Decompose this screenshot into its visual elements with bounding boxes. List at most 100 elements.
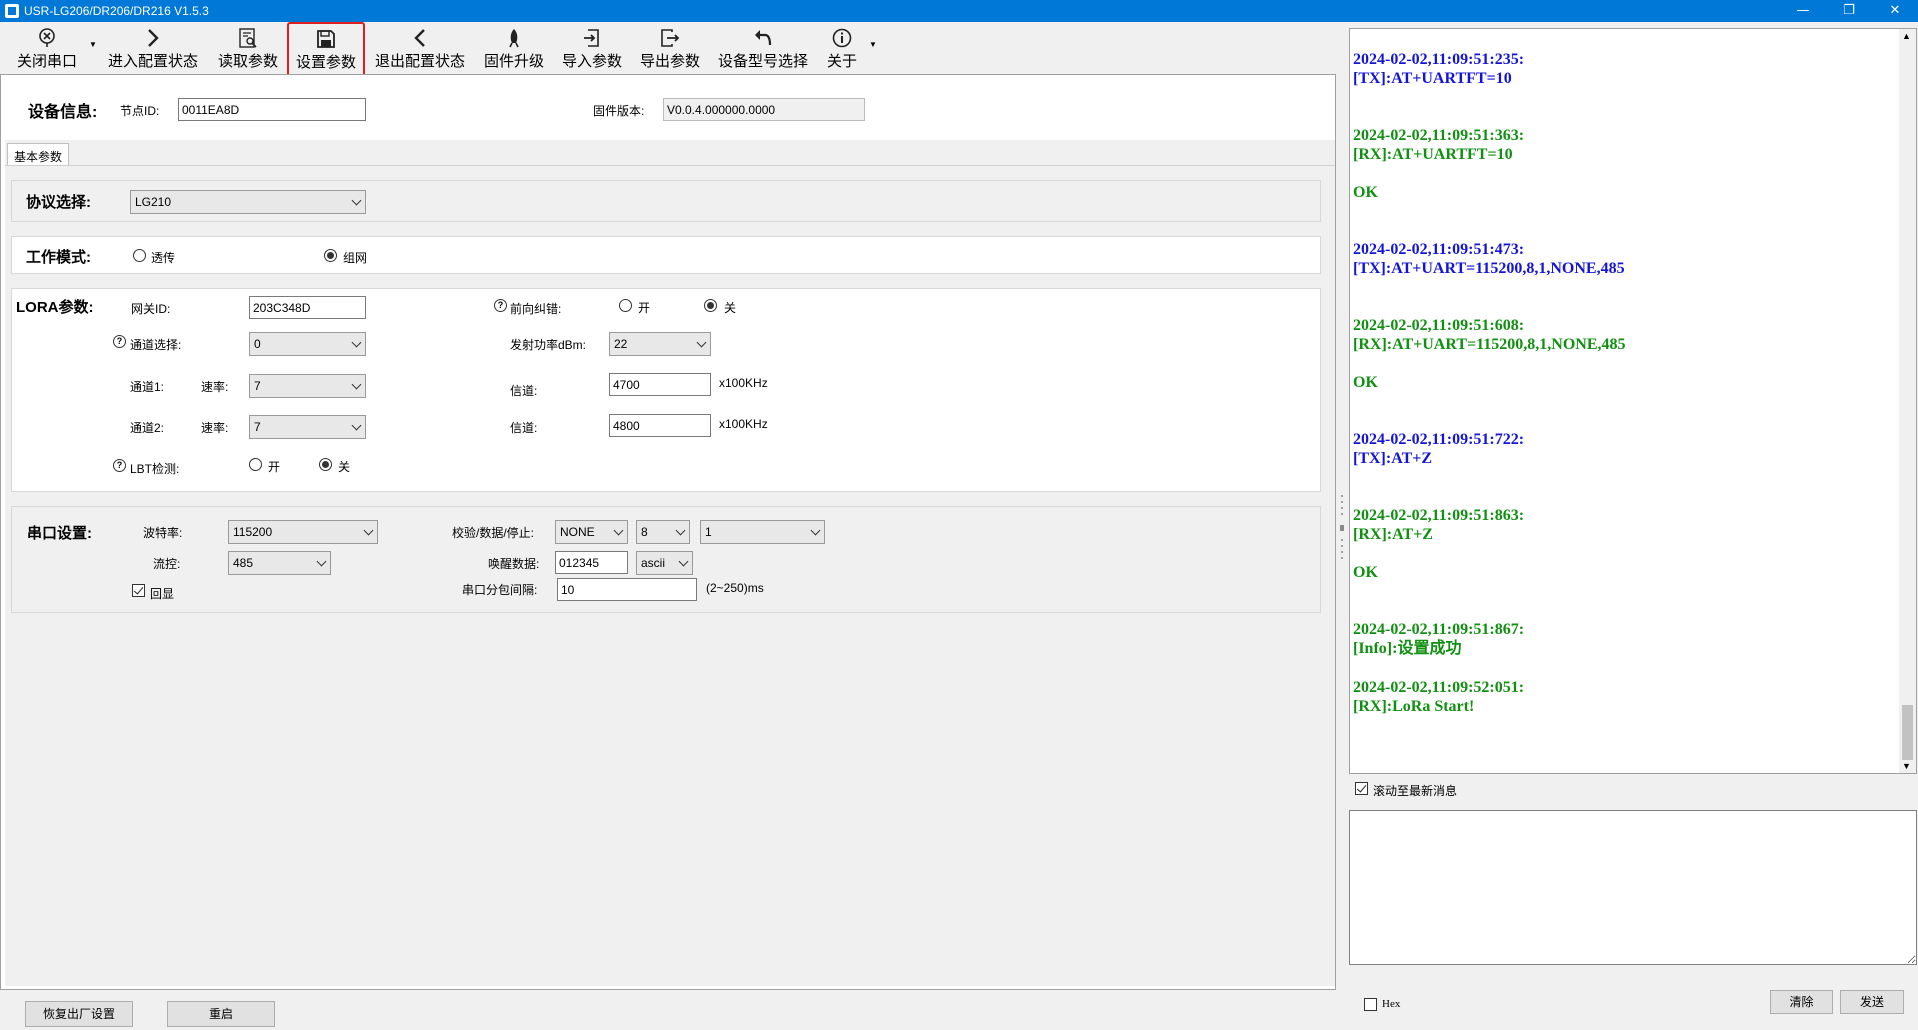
channel2-freq-field[interactable] <box>609 414 711 437</box>
echo-checkbox[interactable] <box>132 584 145 597</box>
stop-bits-select[interactable]: 1 <box>700 520 825 544</box>
channel1-freq-field[interactable] <box>609 373 711 396</box>
log-entry: 2024-02-02,11:09:51:722: [TX]:AT+Z <box>1353 431 1525 467</box>
factory-reset-button[interactable]: 恢复出厂设置 <box>25 1001 133 1027</box>
firmware-upgrade-button[interactable]: 固件升级 <box>479 24 549 72</box>
interval-label: 串口分包间隔: <box>462 583 538 597</box>
send-input[interactable] <box>1349 810 1917 965</box>
work-mode-network-radio[interactable] <box>324 249 337 262</box>
protocol-value: LG210 <box>135 195 172 209</box>
close-port-label: 关闭串口 <box>16 53 77 70</box>
autoscroll-checkbox[interactable] <box>1355 782 1368 795</box>
parity-select[interactable]: NONE <box>555 520 628 544</box>
chevron-down-icon <box>613 525 624 536</box>
channel1-label: 通道1: <box>130 380 165 394</box>
protocol-title: 协议选择: <box>26 194 91 211</box>
lbt-off-radio[interactable] <box>319 458 332 471</box>
close-port-dropdown-icon[interactable]: ▼ <box>89 40 97 49</box>
data-bits-select[interactable]: 8 <box>636 520 690 544</box>
lbt-help-icon[interactable]: ? <box>113 459 126 472</box>
about-button[interactable]: 关于 <box>822 24 862 72</box>
firmware-version-field <box>663 98 865 121</box>
read-params-button[interactable]: 读取参数 <box>213 24 283 72</box>
tx-power-select[interactable]: 22 <box>609 332 711 356</box>
wake-format-value: ascii <box>641 556 666 570</box>
channel2-rate-select[interactable]: 7 <box>249 415 366 439</box>
toolbar: 关闭串口 ▼ 进入配置状态 读取参数 设置参数 退出配置状态 固件升级 导入参数… <box>0 22 1345 78</box>
fec-off-radio[interactable] <box>704 299 717 312</box>
about-label: 关于 <box>826 53 857 70</box>
log-scrollbar[interactable]: ▲ ▼ <box>1899 29 1916 773</box>
hex-checkbox[interactable] <box>1364 998 1377 1011</box>
exit-config-label: 退出配置状态 <box>374 53 465 70</box>
interval-range: (2~250)ms <box>706 581 764 595</box>
parity-value: NONE <box>560 525 595 539</box>
work-mode-transparent-radio[interactable] <box>133 249 146 262</box>
tab-basic-params[interactable]: 基本参数 <box>7 143 70 165</box>
device-model-button[interactable]: 设备型号选择 <box>713 24 813 72</box>
about-dropdown-icon[interactable]: ▼ <box>869 40 877 49</box>
wake-data-field[interactable] <box>555 551 628 574</box>
exit-config-button[interactable]: 退出配置状态 <box>372 24 468 72</box>
node-id-field[interactable] <box>178 98 366 121</box>
channel2-rate-label: 速率: <box>201 421 229 435</box>
clear-button[interactable]: 清除 <box>1770 990 1833 1014</box>
fec-label: 前向纠错: <box>510 302 562 316</box>
send-button[interactable]: 发送 <box>1840 990 1904 1014</box>
data-bits-value: 8 <box>641 525 648 539</box>
work-mode-transparent-label: 透传 <box>151 251 176 265</box>
baud-select[interactable]: 115200 <box>228 520 378 544</box>
close-port-button[interactable]: 关闭串口 <box>10 24 84 72</box>
chevron-down-icon <box>351 337 362 348</box>
export-params-button[interactable]: 导出参数 <box>634 24 706 72</box>
close-window-button[interactable]: ✕ <box>1872 0 1918 22</box>
protocol-select[interactable]: LG210 <box>130 190 366 214</box>
log-entry: 2024-02-02,11:09:51:363: [RX]:AT+UARTFT=… <box>1353 127 1525 201</box>
chevron-down-icon <box>363 525 374 536</box>
channel2-freq-label: 信道: <box>510 421 538 435</box>
export-icon <box>634 27 706 49</box>
firmware-version-label: 固件版本: <box>593 104 645 118</box>
log-entry: 2024-02-02,11:09:51:867: [Info]:设置成功 <box>1353 621 1525 657</box>
baud-label: 波特率: <box>143 526 183 540</box>
device-info-section: 设备信息: 节点ID: 固件版本: <box>10 82 1334 134</box>
enter-config-button[interactable]: 进入配置状态 <box>103 24 203 72</box>
channel1-freq-unit: x100KHz <box>719 376 768 390</box>
import-params-button[interactable]: 导入参数 <box>557 24 627 72</box>
wake-format-select[interactable]: ascii <box>636 551 693 575</box>
rocket-icon <box>479 27 549 49</box>
minimize-button[interactable]: — <box>1780 0 1826 22</box>
restore-button[interactable]: ❐ <box>1826 0 1872 22</box>
interval-field[interactable] <box>557 578 697 601</box>
lbt-on-radio[interactable] <box>249 458 262 471</box>
chevron-down-icon <box>675 525 686 536</box>
import-params-label: 导入参数 <box>561 53 622 70</box>
chevron-down-icon <box>351 420 362 431</box>
restart-button[interactable]: 重启 <box>167 1001 275 1027</box>
scroll-up-icon[interactable]: ▲ <box>1902 31 1911 41</box>
wake-data-label: 唤醒数据: <box>488 557 540 571</box>
undo-arrow-icon <box>713 27 813 49</box>
channel-select-help-icon[interactable]: ? <box>113 335 126 348</box>
log-panel[interactable]: 2024-02-02,11:09:51:235: [TX]:AT+UARTFT=… <box>1349 28 1917 774</box>
gateway-id-field[interactable] <box>249 296 366 319</box>
import-icon <box>557 27 627 49</box>
log-scrollbar-thumb[interactable] <box>1902 705 1913 760</box>
lora-title: LORA参数: <box>16 299 94 316</box>
flow-select[interactable]: 485 <box>228 551 331 575</box>
fec-help-icon[interactable]: ? <box>494 299 507 312</box>
channel1-rate-select[interactable]: 7 <box>249 374 366 398</box>
save-icon <box>289 28 363 50</box>
fec-on-radio[interactable] <box>619 299 632 312</box>
read-params-label: 读取参数 <box>217 53 278 70</box>
scroll-down-icon[interactable]: ▼ <box>1902 761 1911 771</box>
lbt-off-label: 关 <box>338 460 351 474</box>
work-mode-group: 工作模式: 透传 组网 <box>11 236 1321 274</box>
enter-config-label: 进入配置状态 <box>107 53 198 70</box>
set-params-button[interactable]: 设置参数 <box>287 22 365 78</box>
channel2-freq-unit: x100KHz <box>719 417 768 431</box>
basic-params-page: 协议选择: LG210 工作模式: 透传 组网 LORA参数: 网关ID: ? … <box>5 166 1335 986</box>
panel-splitter[interactable] <box>1338 495 1346 565</box>
channel-select[interactable]: 0 <box>249 332 366 356</box>
fec-on-label: 开 <box>638 301 651 315</box>
